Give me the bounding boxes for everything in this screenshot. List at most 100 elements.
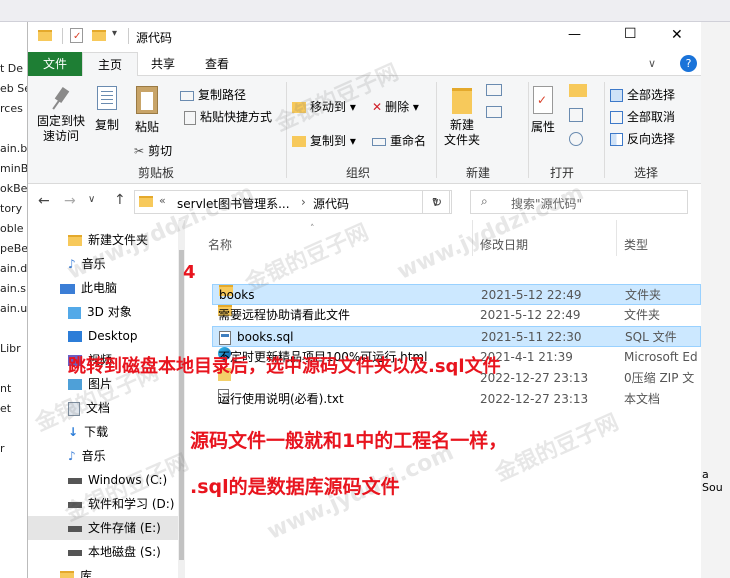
ide-snippet: ain.b [0, 142, 27, 155]
list-item-books-folder[interactable]: books 2021-5-12 22:49 文件夹 [212, 284, 701, 305]
header-date[interactable]: 修改日期 [480, 236, 528, 253]
ide-snippet: okBe [0, 182, 27, 195]
easy-access-icon[interactable] [486, 106, 502, 118]
file-date: 2022-12-27 23:13 [480, 392, 589, 406]
file-type: Microsoft Ed [624, 350, 698, 364]
back-arrow-icon[interactable]: ← [38, 193, 50, 209]
cut-label: 剪切 [148, 144, 173, 158]
download-arrow-icon: ↓ [68, 425, 79, 439]
paste-shortcut-icon [184, 110, 196, 125]
open-icon[interactable] [569, 84, 587, 97]
ide-snippet: ain.d [0, 262, 27, 275]
copy-to-button[interactable]: 复制到 ▾ [292, 132, 356, 149]
ide-snippet: oble [0, 222, 24, 235]
title-divider [62, 28, 63, 44]
cube-icon [68, 306, 81, 319]
edit-icon[interactable] [569, 108, 583, 122]
nav-label: 音乐 [81, 257, 106, 271]
select-none-icon [610, 111, 623, 124]
file-type: 本文档 [624, 392, 661, 406]
expand-ribbon-icon[interactable]: ∨ [648, 57, 656, 70]
history-icon[interactable] [569, 132, 583, 146]
group-separator [436, 82, 437, 178]
list-item-books-sql[interactable]: books.sql 2021-5-11 22:30 SQL 文件 [212, 326, 701, 347]
tab-home[interactable]: 主页 [82, 52, 138, 76]
tab-view[interactable]: 查看 [192, 52, 242, 76]
maximize-button[interactable]: ☐ [624, 26, 637, 42]
ide-snippet: et [0, 402, 12, 415]
drive-icon [68, 549, 82, 556]
breadcrumb-current[interactable]: 源代码 [313, 195, 349, 212]
list-item-remote-help-folder[interactable]: 需要远程协助请看此文件 2021-5-12 22:49 文件夹 [212, 305, 701, 326]
copy-path-label: 复制路径 [198, 88, 247, 102]
copy-path-icon [180, 90, 194, 101]
paste-button[interactable]: 粘贴 [132, 86, 162, 135]
new-item-icon[interactable] [486, 84, 502, 96]
new-folder-quick-icon[interactable] [92, 30, 106, 41]
nav-label: 文件存储 (E:) [88, 521, 161, 535]
help-icon[interactable]: ? [680, 55, 697, 72]
breadcrumb-separator-icon[interactable]: › [301, 195, 306, 209]
music-icon: ♪ [68, 257, 76, 271]
nav-item-drive-e[interactable]: 文件存储 (E:) [28, 516, 185, 540]
address-row: ← → ∨ ↑ « servlet图书管理系... › 源代码 ∨ ↻ ⌕ 搜索… [28, 184, 701, 220]
delete-x-icon: ✕ [372, 100, 383, 114]
ide-snippet: nt [0, 382, 12, 395]
refresh-icon[interactable]: ↻ [422, 190, 452, 214]
ide-snippet: t De [0, 62, 24, 75]
minimize-button[interactable]: — [568, 27, 581, 42]
pin-quick-access-button[interactable]: 固定到快 速访问 [36, 86, 86, 144]
nav-label: 文档 [86, 401, 111, 415]
column-divider[interactable] [472, 220, 473, 256]
desktop-icon [68, 331, 82, 342]
search-input[interactable]: ⌕ 搜索"源代码" [470, 190, 688, 214]
title-divider [128, 28, 129, 44]
select-all-button[interactable]: 全部选择 [610, 86, 675, 103]
new-folder-label: 新建 文件夹 [443, 118, 480, 147]
scissors-icon: ✂ [134, 144, 145, 158]
ide-snippet: eb Se [0, 82, 27, 95]
invert-selection-button[interactable]: 反向选择 [610, 130, 675, 147]
open-group-label: 打开 [549, 166, 574, 180]
tab-share[interactable]: 共享 [138, 52, 188, 76]
copy-icon [97, 86, 117, 110]
file-date: 2021-5-11 22:30 [481, 330, 582, 344]
annotation-line-1: 跳转到磁盘本地目录后，选中源码文件夹以及.sql文件 [68, 356, 501, 377]
list-item-readme-txt[interactable]: 运行使用说明(必看).txt 2022-12-27 23:13 本文档 [212, 389, 701, 410]
customize-quick-access-icon[interactable]: ▾ [112, 28, 117, 39]
rename-button[interactable]: 重命名 [372, 132, 426, 149]
overflow-chevron-icon[interactable]: « [159, 194, 166, 207]
recent-locations-chevron-icon[interactable]: ∨ [88, 194, 95, 205]
move-to-button[interactable]: 移动到 ▾ [292, 98, 356, 115]
close-button[interactable]: ✕ [671, 27, 683, 43]
column-divider[interactable] [616, 220, 617, 256]
breadcrumb-parent[interactable]: servlet图书管理系... [177, 195, 290, 212]
new-folder-button[interactable]: 新建 文件夹 [442, 88, 482, 148]
select-all-label: 全部选择 [627, 88, 676, 102]
pin-label: 固定到快 速访问 [36, 114, 85, 143]
copy-button[interactable]: 复制 [92, 86, 122, 133]
delete-button[interactable]: ✕ 删除 ▾ [372, 98, 419, 115]
properties-button[interactable]: ✓ 属性 [528, 86, 558, 135]
select-all-icon [610, 89, 623, 102]
copy-label: 复制 [94, 118, 119, 132]
nav-label: Desktop [88, 329, 138, 343]
tab-file[interactable]: 文件 [28, 52, 82, 76]
properties-quick-icon[interactable]: ✓ [70, 28, 83, 43]
forward-arrow-icon[interactable]: → [64, 193, 76, 209]
nav-label: 软件和学习 (D:) [88, 497, 175, 511]
header-name[interactable]: 名称 [208, 236, 232, 253]
ide-snippet: ain.u [0, 302, 27, 315]
copy-path-button[interactable]: 复制路径 [180, 86, 246, 103]
file-type: 文件夹 [624, 308, 661, 322]
header-type[interactable]: 类型 [624, 236, 648, 253]
cut-button[interactable]: ✂ 剪切 [134, 142, 172, 159]
select-none-button[interactable]: 全部取消 [610, 108, 675, 125]
sort-up-icon: ˄ [310, 224, 315, 234]
address-bar[interactable]: « servlet图书管理系... › 源代码 ∨ [134, 190, 450, 214]
move-folder-icon [292, 102, 306, 113]
up-arrow-icon[interactable]: ↑ [114, 192, 126, 208]
paste-shortcut-button[interactable]: 粘贴快捷方式 [184, 108, 272, 125]
annotation-step-number: 4 [183, 262, 196, 283]
sql-file-icon [219, 330, 231, 345]
